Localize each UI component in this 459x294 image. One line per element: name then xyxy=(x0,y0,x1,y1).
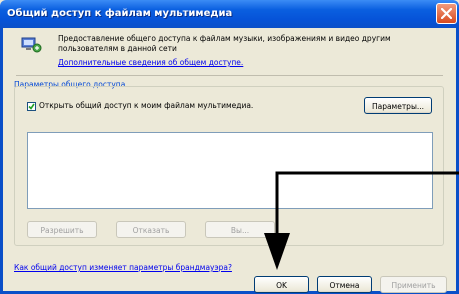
intro-description: Предоставление общего доступа к файлам м… xyxy=(58,34,391,53)
share-media-label[interactable]: Открыть общий доступ к моим файлам мульт… xyxy=(39,101,253,110)
media-sharing-icon xyxy=(21,37,42,53)
learn-more-link[interactable]: Дополнительные сведения об общем доступе… xyxy=(58,58,243,67)
media-sharing-dialog: Общий доступ к файлам мультимедиа Предос… xyxy=(0,0,459,294)
close-button[interactable] xyxy=(436,3,457,24)
apply-button[interactable]: Применить xyxy=(380,276,447,293)
cancel-button[interactable]: Отмена xyxy=(317,276,372,293)
checkmark-icon xyxy=(28,103,35,110)
close-icon xyxy=(441,8,452,19)
firewall-help-link[interactable]: Как общий доступ изменяет параметры бран… xyxy=(14,263,232,272)
window-title: Общий доступ к файлам мультимедиа xyxy=(7,8,233,19)
share-media-checkbox[interactable] xyxy=(27,102,36,111)
deny-button[interactable]: Отказать xyxy=(116,221,186,238)
allow-button[interactable]: Разрешить xyxy=(27,221,97,238)
separator xyxy=(16,75,443,76)
devices-list[interactable] xyxy=(27,132,433,209)
ok-button[interactable]: OK xyxy=(254,276,309,293)
other-button[interactable]: Вы... xyxy=(205,221,275,238)
title-bar[interactable]: Общий доступ к файлам мультимедиа xyxy=(0,0,459,28)
window-frame-left xyxy=(0,28,3,294)
parameters-button[interactable]: Параметры... xyxy=(364,97,432,114)
